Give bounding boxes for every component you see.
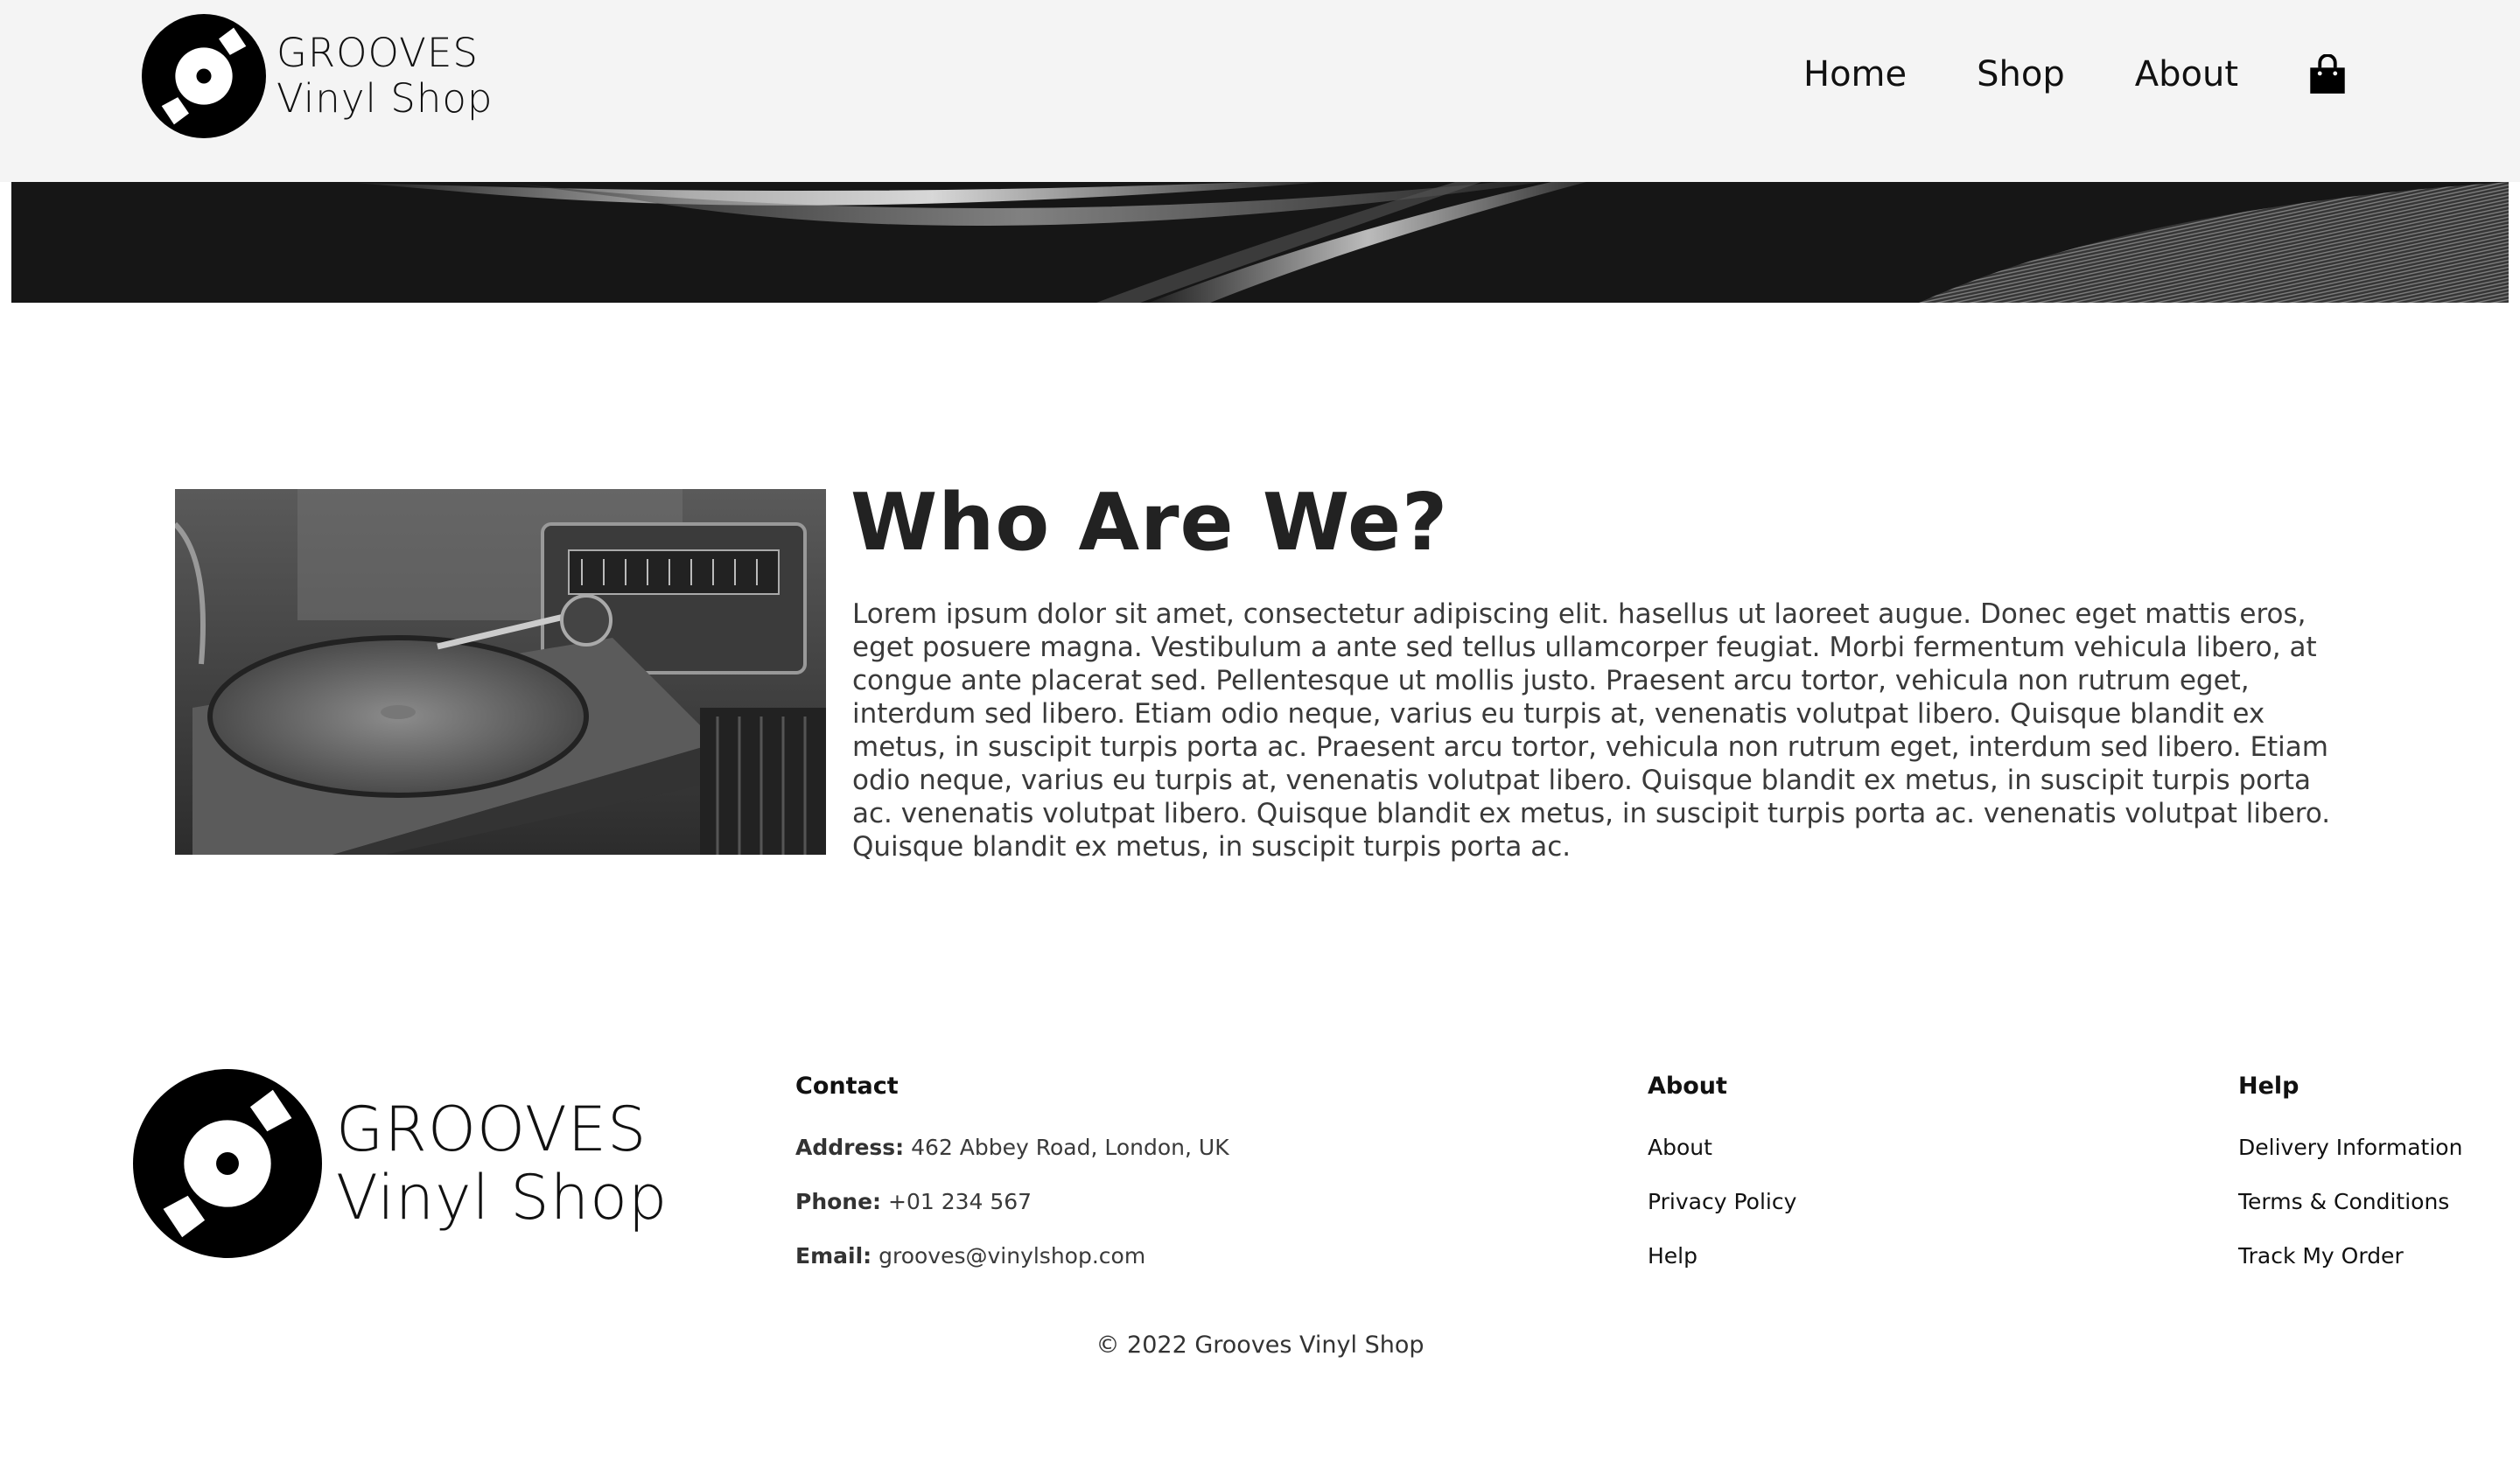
footer-brand-line-1: GROOVES bbox=[336, 1094, 648, 1165]
nav-home-link[interactable]: Home bbox=[1803, 54, 1907, 94]
footer-contact-heading: Contact bbox=[795, 1073, 899, 1100]
turntable-image bbox=[175, 489, 826, 855]
brand-line-2: Vinyl Shop bbox=[276, 75, 494, 122]
footer-help-heading: Help bbox=[2238, 1073, 2300, 1100]
footer-link-privacy-policy[interactable]: Privacy Policy bbox=[1648, 1187, 1796, 1241]
footer-brand-name: GROOVES Vinyl Shop bbox=[336, 1095, 668, 1232]
phone-label: Phone: bbox=[795, 1189, 882, 1214]
nav-about-link[interactable]: About bbox=[2135, 54, 2238, 94]
brand-line-1: GROOVES bbox=[276, 30, 479, 76]
copyright-text: © 2022 Grooves Vinyl Shop bbox=[1096, 1332, 1424, 1359]
footer-about-column: About About Privacy Policy Help bbox=[1648, 1073, 1796, 1296]
vinyl-record-icon bbox=[133, 1069, 322, 1258]
about-heading: Who Are We? bbox=[850, 477, 1449, 569]
footer-help-column: Help Delivery Information Terms & Condit… bbox=[2238, 1073, 2462, 1296]
footer-contact-column: Contact Address: 462 Abbey Road, London,… bbox=[795, 1073, 1229, 1296]
about-body-text: Lorem ipsum dolor sit amet, consectetur … bbox=[852, 598, 2331, 863]
vinyl-record-icon bbox=[142, 14, 266, 138]
shopping-bag-icon[interactable] bbox=[2308, 54, 2347, 94]
phone-value[interactable]: +01 234 567 bbox=[888, 1189, 1032, 1214]
main-nav: Home Shop About bbox=[1803, 54, 2347, 94]
vinyl-grooves-image bbox=[11, 182, 2509, 303]
address-value: 462 Abbey Road, London, UK bbox=[911, 1135, 1229, 1160]
footer-link-about[interactable]: About bbox=[1648, 1133, 1796, 1187]
footer-logo[interactable]: GROOVES Vinyl Shop bbox=[133, 1069, 668, 1258]
footer-about-heading: About bbox=[1648, 1073, 1727, 1100]
footer-phone: Phone: +01 234 567 bbox=[795, 1187, 1229, 1241]
footer-link-terms-conditions[interactable]: Terms & Conditions bbox=[2238, 1187, 2462, 1241]
footer-address: Address: 462 Abbey Road, London, UK bbox=[795, 1133, 1229, 1187]
footer-link-help[interactable]: Help bbox=[1648, 1241, 1796, 1296]
header-logo[interactable]: GROOVES Vinyl Shop bbox=[142, 14, 493, 138]
address-label: Address: bbox=[795, 1135, 905, 1160]
footer-link-delivery-information[interactable]: Delivery Information bbox=[2238, 1133, 2462, 1187]
email-value[interactable]: grooves@vinylshop.com bbox=[878, 1243, 1145, 1269]
email-label: Email: bbox=[795, 1243, 872, 1269]
nav-shop-link[interactable]: Shop bbox=[1977, 54, 2065, 94]
footer-brand-line-2: Vinyl Shop bbox=[336, 1162, 668, 1234]
footer-email: Email: grooves@vinylshop.com bbox=[795, 1241, 1229, 1296]
brand-name: GROOVES Vinyl Shop bbox=[276, 31, 493, 122]
turntable-photo bbox=[175, 489, 826, 855]
footer-link-track-my-order[interactable]: Track My Order bbox=[2238, 1241, 2462, 1296]
hero-banner-image bbox=[11, 182, 2509, 303]
site-header: GROOVES Vinyl Shop Home Shop About bbox=[0, 0, 2520, 182]
